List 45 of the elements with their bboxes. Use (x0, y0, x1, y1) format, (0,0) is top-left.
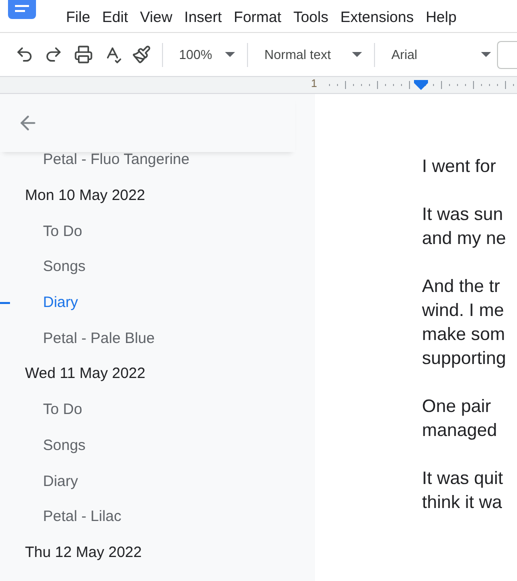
outline-item[interactable]: Petal - Lilac (43, 508, 122, 526)
redo-icon (44, 45, 64, 64)
menu-item[interactable]: View (134, 6, 178, 28)
caret-icon (225, 52, 236, 58)
outline-item[interactable]: Diary (43, 294, 78, 312)
outline-item[interactable]: To Do (43, 222, 82, 240)
menu-item[interactable]: Insert (178, 6, 228, 28)
undo-icon (15, 45, 34, 64)
zoom-select[interactable]: 100% (168, 40, 242, 68)
text-line: managed (422, 419, 498, 442)
menu-item[interactable]: Format (228, 6, 288, 28)
text-line: It was quit (422, 467, 504, 490)
menu-item[interactable]: Help (420, 6, 463, 28)
style-select[interactable]: Normal text (254, 40, 368, 68)
text-line: think it wa (422, 491, 504, 514)
menu-item[interactable]: Extensions (334, 6, 420, 28)
outline-item[interactable]: To Do (43, 401, 82, 418)
selection-marker (0, 302, 10, 304)
menu-item[interactable]: Edit (96, 6, 134, 28)
text-line: One pair (422, 395, 492, 418)
text-line: I went for (422, 155, 498, 178)
menu-item[interactable]: Tools (287, 6, 334, 28)
text-line: wind. I me (422, 299, 506, 322)
caret-icon (481, 52, 492, 58)
menu-item[interactable]: File (60, 6, 96, 28)
outline-item[interactable]: Songs (43, 436, 86, 454)
indent-marker-icon[interactable] (414, 80, 428, 90)
text-line: make som (422, 323, 506, 346)
text-line: And the tr (422, 275, 502, 298)
outline-item[interactable]: Petal - Fluo Tangerine (43, 151, 190, 168)
outline-heading[interactable]: Thu 12 May 2022 (25, 544, 142, 561)
font-size-field[interactable] (497, 40, 517, 68)
outline-item[interactable]: Diary (43, 472, 78, 490)
paintbrush-icon (132, 45, 151, 64)
outline-heading[interactable]: Mon 10 May 2022 (25, 187, 146, 204)
ruler-number: 1 (311, 78, 318, 90)
text-line: It was sun (422, 203, 504, 226)
outline-item[interactable]: Songs (43, 258, 86, 276)
font-select[interactable]: Arial (381, 40, 498, 68)
outline-item[interactable]: Petal - Pale Blue (43, 330, 155, 347)
text-line: supporting (422, 347, 508, 370)
text-line: and my ne (422, 227, 508, 250)
caret-icon (352, 52, 362, 58)
printer-icon (74, 45, 92, 64)
outline-heading[interactable]: Wed 11 May 2022 (25, 365, 146, 382)
